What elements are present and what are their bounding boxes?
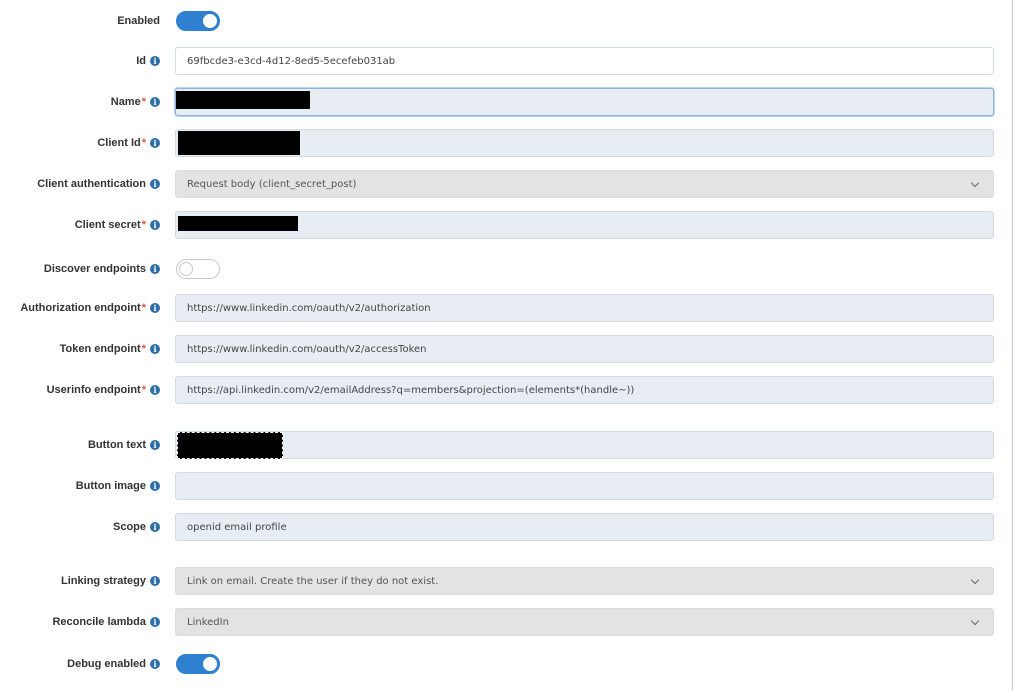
toggle-knob: [179, 262, 193, 276]
info-icon: i: [150, 179, 160, 189]
row-debug-enabled: Debug enabled i: [0, 650, 1000, 678]
client-secret-label: Client secret * i: [75, 211, 160, 239]
info-icon: i: [150, 659, 160, 669]
authorization-endpoint-label: Authorization endpoint * i: [20, 294, 160, 322]
debug-enabled-toggle[interactable]: [176, 654, 220, 674]
id-field[interactable]: 69fbcde3-e3cd-4d12-8ed5-5ecefeb031ab: [175, 47, 994, 75]
button-image-field[interactable]: [175, 472, 994, 500]
info-icon: i: [150, 522, 160, 532]
info-icon: i: [150, 385, 160, 395]
client-id-label: Client Id * i: [97, 129, 160, 157]
chevron-down-icon: [970, 575, 980, 584]
chevron-down-icon: [970, 178, 980, 187]
info-icon: i: [150, 344, 160, 354]
redacted-client-id: [178, 131, 300, 155]
redacted-button-text: [177, 432, 283, 459]
toggle-knob: [203, 657, 217, 671]
panel-border: [1012, 0, 1013, 690]
row-button-image: Button image i: [0, 472, 1000, 500]
info-icon: i: [150, 440, 160, 450]
button-text-label: Button text i: [88, 431, 160, 459]
debug-enabled-label: Debug enabled i: [67, 650, 160, 678]
info-icon: i: [150, 264, 160, 274]
row-discover-endpoints: Discover endpoints i: [0, 255, 1000, 283]
row-enabled: Enabled: [0, 7, 1000, 35]
reconcile-lambda-select[interactable]: LinkedIn: [175, 608, 994, 636]
chevron-down-icon: [970, 616, 980, 625]
token-endpoint-label: Token endpoint * i: [60, 335, 160, 363]
row-authorization-endpoint: Authorization endpoint * i https://www.lin…: [0, 294, 1000, 322]
row-reconcile-lambda: Reconcile lambda i LinkedIn: [0, 608, 1000, 636]
info-icon: i: [150, 138, 160, 148]
redacted-client-secret: [178, 216, 298, 231]
scope-label: Scope i: [113, 513, 160, 541]
client-authentication-select[interactable]: Request body (client_secret_post): [175, 170, 994, 198]
info-icon: i: [150, 220, 160, 230]
row-client-authentication: Client authentication i Request body (cli…: [0, 170, 1000, 198]
info-icon: i: [150, 481, 160, 491]
row-name: Name * i: [0, 88, 1000, 116]
authorization-endpoint-field[interactable]: https://www.linkedin.com/oauth/v2/author…: [175, 294, 994, 322]
info-icon: i: [150, 576, 160, 586]
row-client-secret: Client secret * i: [0, 211, 1000, 239]
row-id: Id i 69fbcde3-e3cd-4d12-8ed5-5ecefeb031ab: [0, 47, 1000, 75]
row-userinfo-endpoint: Userinfo endpoint * i https://api.linkedin…: [0, 376, 1000, 404]
redacted-name: [176, 91, 310, 109]
scope-field[interactable]: openid email profile: [175, 513, 994, 541]
client-authentication-label: Client authentication i: [37, 170, 160, 198]
info-icon: i: [150, 56, 160, 66]
row-button-text: Button text i: [0, 431, 1000, 459]
linking-strategy-select[interactable]: Link on email. Create the user if they d…: [175, 567, 994, 595]
enabled-toggle[interactable]: [176, 11, 220, 31]
button-image-label: Button image i: [76, 472, 160, 500]
info-icon: i: [150, 617, 160, 627]
reconcile-lambda-label: Reconcile lambda i: [52, 608, 160, 636]
row-client-id: Client Id * i: [0, 129, 1000, 157]
token-endpoint-field[interactable]: https://www.linkedin.com/oauth/v2/access…: [175, 335, 994, 363]
linking-strategy-label: Linking strategy i: [61, 567, 160, 595]
button-text-field[interactable]: [175, 431, 994, 459]
row-linking-strategy: Linking strategy i Link on email. Create …: [0, 567, 1000, 595]
userinfo-endpoint-field[interactable]: https://api.linkedin.com/v2/emailAddress…: [175, 376, 994, 404]
row-scope: Scope i openid email profile: [0, 513, 1000, 541]
row-token-endpoint: Token endpoint * i https://www.linkedin.co…: [0, 335, 1000, 363]
enabled-label: Enabled: [117, 15, 160, 27]
info-icon: i: [150, 303, 160, 313]
id-label: Id i: [136, 47, 160, 75]
toggle-knob: [203, 14, 217, 28]
discover-endpoints-label: Discover endpoints i: [44, 255, 160, 283]
userinfo-endpoint-label: Userinfo endpoint * i: [47, 376, 160, 404]
name-label: Name * i: [111, 88, 160, 116]
info-icon: i: [150, 97, 160, 107]
discover-endpoints-toggle[interactable]: [176, 259, 220, 279]
